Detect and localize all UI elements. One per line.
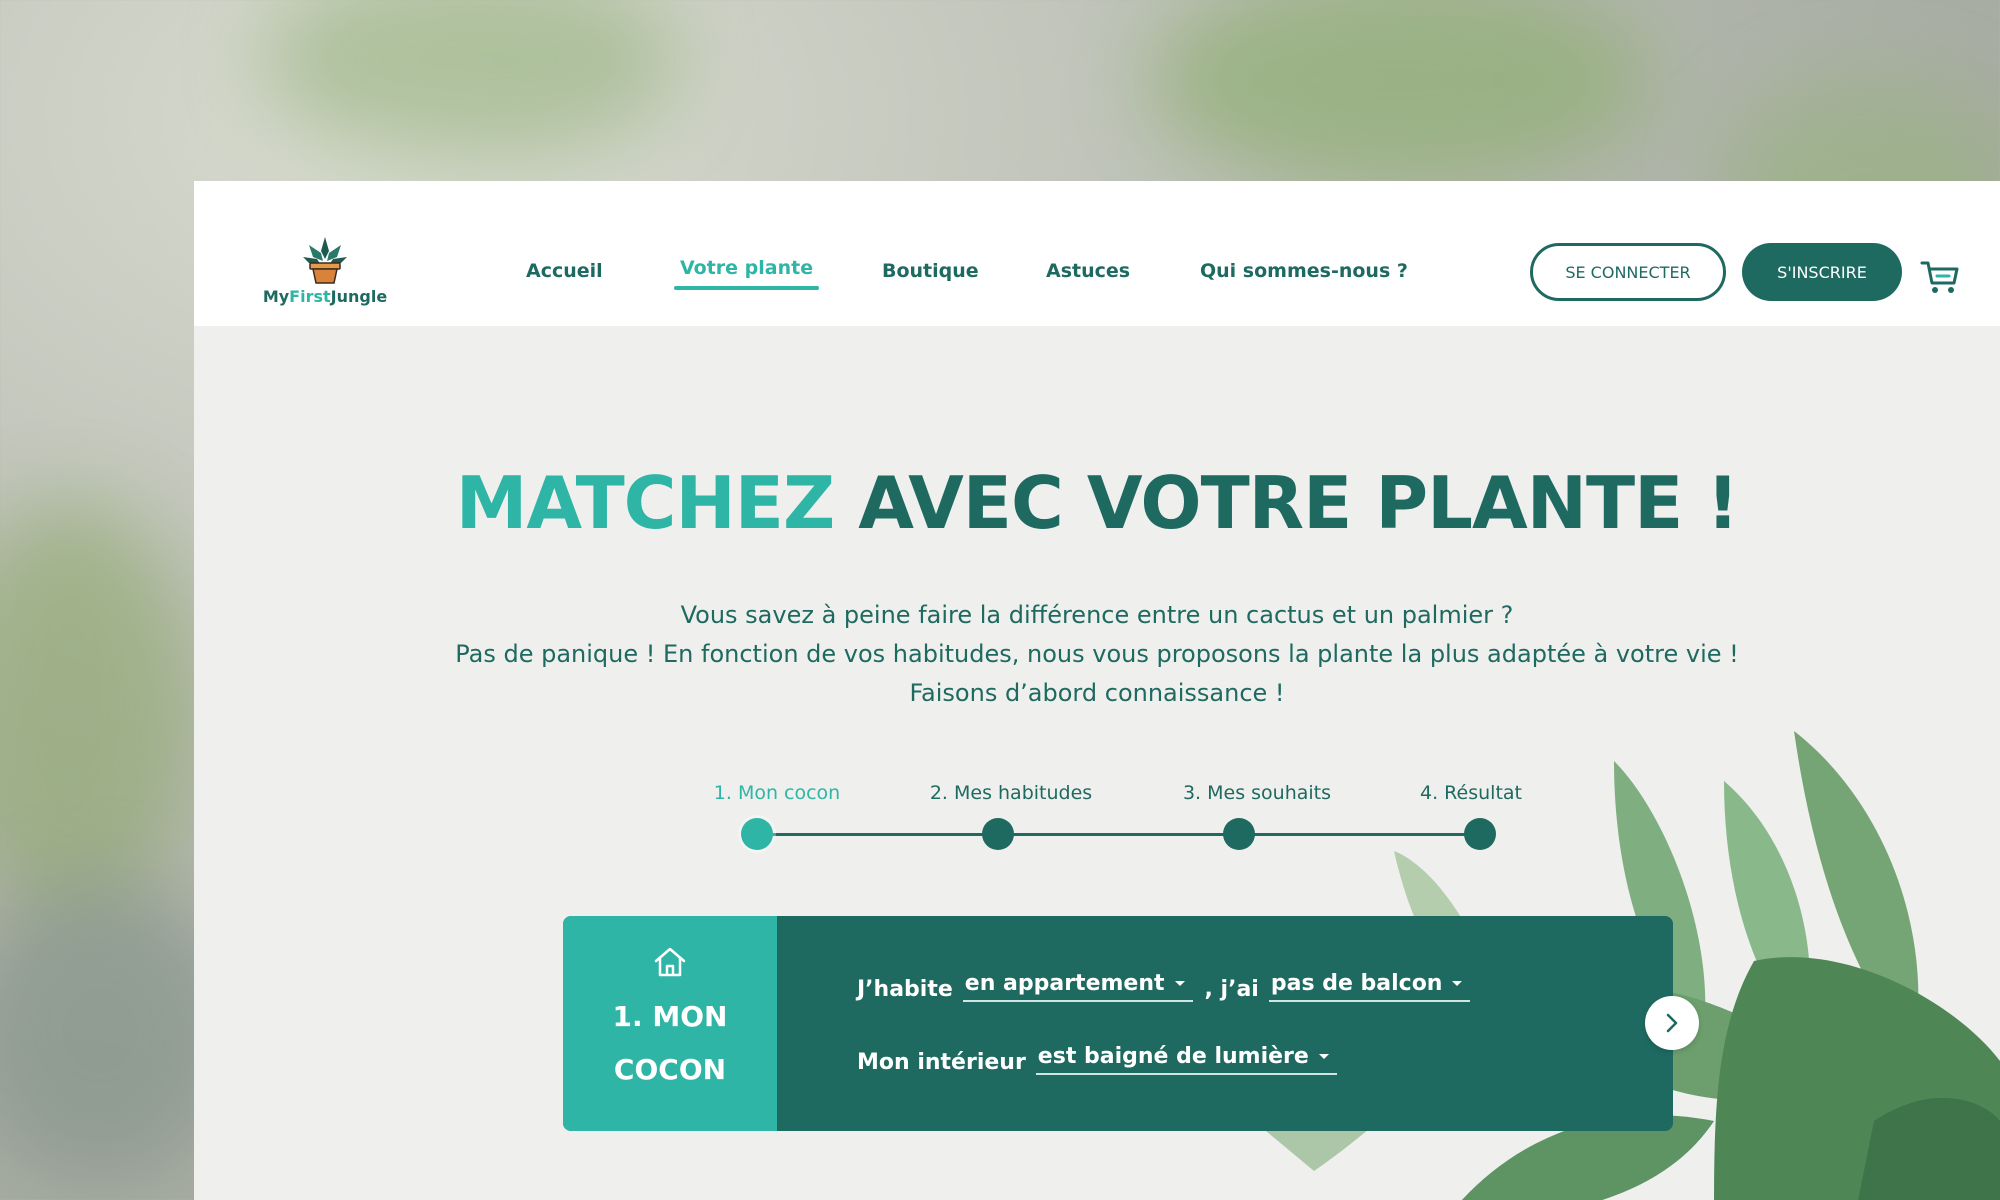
questionnaire-card: 1. MON COCON J’habite en appartement , j… <box>563 916 1673 1131</box>
nav-item-accueil[interactable]: Accueil <box>526 260 603 282</box>
signup-button[interactable]: S'INSCRIRE <box>1742 243 1902 301</box>
nav-item-qui-sommes-nous[interactable]: Qui sommes-nous ? <box>1200 260 1408 282</box>
question-row-2: Mon intérieur est baigné de lumière <box>857 1044 1337 1075</box>
balcony-select[interactable]: pas de balcon <box>1268 971 1471 1002</box>
nav-item-boutique[interactable]: Boutique <box>882 260 979 282</box>
stepper-track <box>756 833 1479 836</box>
browser-page: MyFirstJungle Accueil Votre plante Bouti… <box>194 181 2000 1200</box>
next-step-button[interactable] <box>1645 996 1699 1050</box>
intro-line: Vous savez à peine faire la différence e… <box>680 601 1514 629</box>
login-button[interactable]: SE CONNECTER <box>1530 243 1726 301</box>
nav-item-astuces[interactable]: Astuces <box>1046 260 1130 282</box>
intro-line: Pas de panique ! En fonction de vos habi… <box>455 640 1739 668</box>
nav-item-votre-plante[interactable]: Votre plante <box>673 257 820 290</box>
cart-icon[interactable] <box>1920 257 1960 295</box>
step-1-dot[interactable] <box>741 818 773 850</box>
caret-down-icon <box>1318 1054 1329 1059</box>
light-select[interactable]: est baigné de lumière <box>1035 1044 1337 1075</box>
caret-down-icon <box>1174 981 1185 986</box>
question-label: J’habite <box>857 977 953 1002</box>
card-title: 1. MON COCON <box>612 1000 728 1086</box>
step-3-label[interactable]: 3. Mes souhaits <box>1183 782 1331 804</box>
card-section-header: 1. MON COCON <box>563 916 777 1131</box>
chevron-right-icon <box>1666 1013 1678 1033</box>
balcony-select-value: pas de balcon <box>1270 971 1443 996</box>
housing-select-value: en appartement <box>964 971 1165 996</box>
step-4-label[interactable]: 4. Résultat <box>1420 782 1522 804</box>
intro-text: Vous savez à peine faire la différence e… <box>194 596 2000 713</box>
question-connector: , j’ai <box>1204 977 1259 1002</box>
top-navbar: MyFirstJungle Accueil Votre plante Bouti… <box>194 181 2000 326</box>
potted-plant-icon <box>303 237 347 284</box>
question-label: Mon intérieur <box>857 1050 1026 1075</box>
question-row-1: J’habite en appartement , j’ai pas de ba… <box>857 971 1471 1002</box>
step-1-label[interactable]: 1. Mon cocon <box>714 782 840 804</box>
step-3-dot[interactable] <box>1223 818 1255 850</box>
step-2-label[interactable]: 2. Mes habitudes <box>930 782 1092 804</box>
housing-select[interactable]: en appartement <box>962 971 1193 1002</box>
step-2-dot[interactable] <box>982 818 1014 850</box>
intro-line: Faisons d’abord connaissance ! <box>909 679 1285 707</box>
light-select-value: est baigné de lumière <box>1037 1044 1309 1069</box>
home-icon <box>654 947 686 977</box>
caret-down-icon <box>1452 981 1463 986</box>
logo[interactable]: MyFirstJungle <box>260 233 390 306</box>
step-4-dot[interactable] <box>1464 818 1496 850</box>
page-title: MATCHEZ AVEC VOTRE PLANTE ! <box>455 461 1739 545</box>
